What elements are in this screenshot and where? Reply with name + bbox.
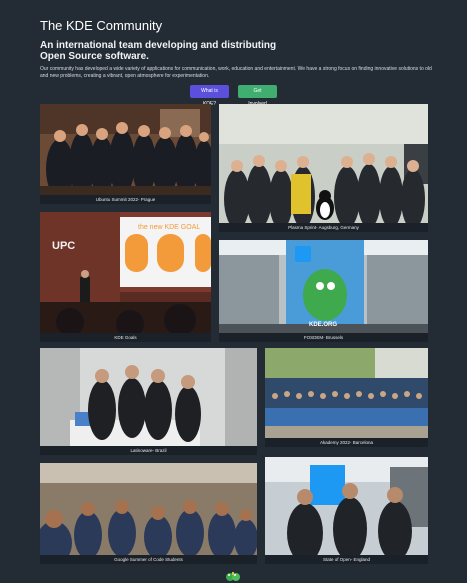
gallery-caption: Google Summer of Code Students	[114, 557, 183, 562]
gallery-card-state-of-open[interactable]: State of Open- England	[265, 457, 428, 564]
what-is-kde-button[interactable]: What is KDE?	[190, 85, 229, 107]
group-photo	[40, 463, 257, 555]
booth-photo: KDE.ORG	[219, 240, 428, 333]
page-subtitle: An international team developing and dis…	[40, 40, 277, 62]
gallery-card-kde-goals[interactable]: UPC the new KDE GOAL KDE Goals	[40, 212, 211, 342]
gallery-card-plasma-sprint[interactable]: Plasma Sprint- Augsburg, Germany	[219, 104, 428, 232]
group-photo	[40, 348, 257, 446]
gallery-caption: Latinoware- Brazil	[130, 448, 167, 453]
gallery-caption: Ubuntu Summit 2022- Prague	[95, 197, 156, 202]
slide-title: the new KDE GOAL	[138, 224, 201, 231]
hero-section: The KDE Community An international team …	[40, 18, 440, 79]
group-photo	[265, 348, 428, 438]
gallery-card-fosdem[interactable]: KDE.ORG FOSDEM- Brussels	[219, 240, 428, 342]
gallery-card-ubuntu-summit[interactable]: Ubuntu Summit 2022- Prague	[40, 104, 211, 204]
gallery-caption: Plasma Sprint- Augsburg, Germany	[288, 225, 359, 230]
cta-buttons: What is KDE? Get Involved	[0, 85, 467, 107]
page-description: Our community has developed a wide varie…	[40, 66, 432, 79]
group-photo	[265, 457, 428, 555]
gallery-caption: State of Open- England	[322, 557, 371, 562]
group-photo	[40, 104, 211, 195]
group-photo	[219, 104, 428, 223]
konqi-dragon-icon	[224, 569, 242, 581]
gallery-caption: FOSDEM- Brussels	[303, 335, 344, 340]
presentation-photo: UPC the new KDE GOAL	[40, 212, 211, 333]
gallery-caption: Akademy 2022- Barcelona	[319, 440, 374, 445]
gallery-card-latinoware[interactable]: Latinoware- Brazil	[40, 348, 257, 455]
gallery-card-gsoc[interactable]: Google Summer of Code Students	[40, 463, 257, 564]
gallery-card-akademy[interactable]: Akademy 2022- Barcelona	[265, 348, 428, 447]
upc-sign: UPC	[52, 240, 76, 252]
page-title: The KDE Community	[40, 18, 163, 33]
gallery-caption: KDE Goals	[114, 335, 137, 340]
get-involved-button[interactable]: Get Involved	[238, 85, 277, 107]
kde-banner-text: KDE.ORG	[309, 322, 338, 328]
